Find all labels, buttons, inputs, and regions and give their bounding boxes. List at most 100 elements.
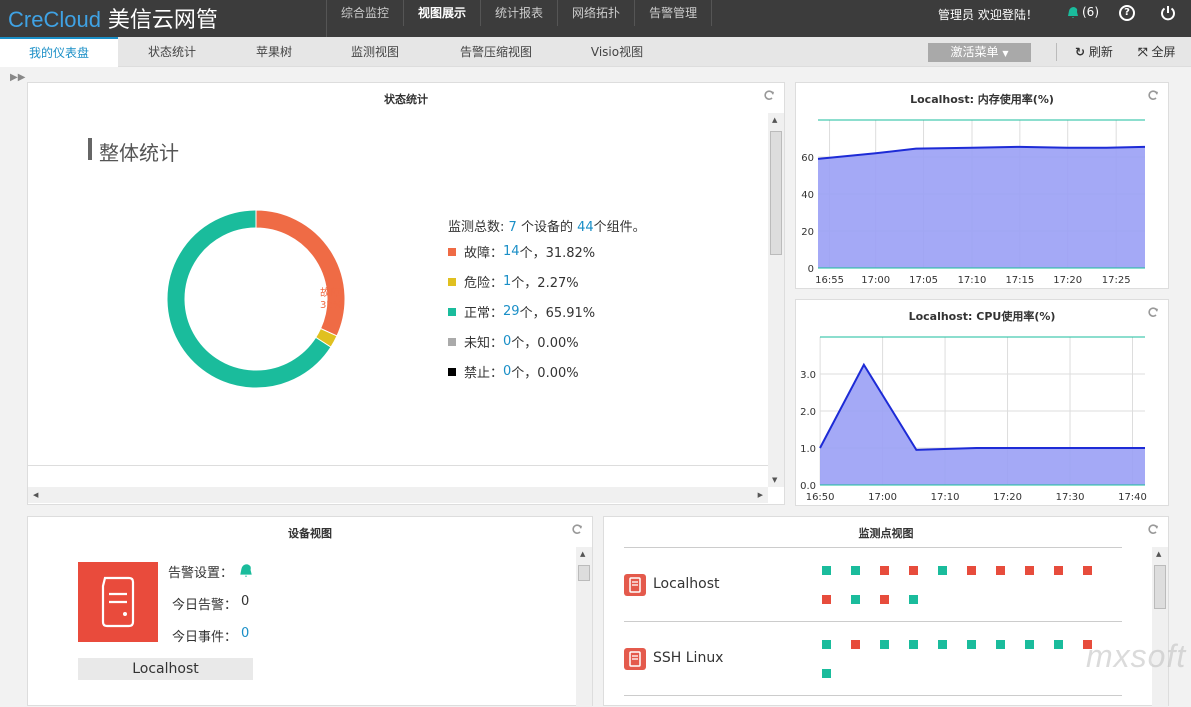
- panel-refresh-icon[interactable]: [571, 523, 583, 535]
- monitor-status-square[interactable]: [967, 640, 976, 649]
- legend-count[interactable]: 0: [503, 364, 511, 379]
- legend-count[interactable]: 0: [503, 334, 511, 349]
- device-name-label[interactable]: Localhost: [78, 658, 253, 680]
- monitor-status-square[interactable]: [851, 595, 860, 604]
- monitor-status-square[interactable]: [880, 566, 889, 575]
- scroll-thumb[interactable]: [1154, 565, 1166, 609]
- danger-color-swatch: [448, 277, 456, 286]
- legend-label: 正常：: [464, 306, 504, 321]
- fault-color-swatch: [448, 247, 456, 256]
- refresh-button[interactable]: ↻ 刷新: [1075, 37, 1113, 67]
- component-count[interactable]: 44: [577, 220, 594, 235]
- tab-alarm-compression-view[interactable]: 告警压缩视图: [428, 37, 564, 67]
- monitor-status-square[interactable]: [1054, 566, 1063, 575]
- scroll-right-icon[interactable]: ▶: [758, 491, 763, 499]
- tab-status-statistics[interactable]: 状态统计: [118, 37, 226, 67]
- scroll-up-icon[interactable]: ▲: [1156, 550, 1161, 558]
- y-tick-label: 0: [808, 264, 814, 275]
- refresh-icon: ↻: [1075, 45, 1086, 59]
- monitor-status-square[interactable]: [822, 595, 831, 604]
- monitor-status-square[interactable]: [880, 595, 889, 604]
- activate-menu-button[interactable]: 激活菜单 ▼: [928, 43, 1031, 62]
- nav-comprehensive-monitoring[interactable]: 综合监控: [327, 0, 405, 26]
- fullscreen-label: 全屏: [1151, 45, 1176, 59]
- status-vertical-scrollbar[interactable]: ▲ ▼: [768, 113, 784, 487]
- tab-visio-view[interactable]: Visio视图: [564, 37, 670, 67]
- monitor-status-square[interactable]: [1025, 566, 1034, 575]
- tab-apple-tree[interactable]: 苹果树: [226, 37, 322, 67]
- monitor-status-square[interactable]: [967, 566, 976, 575]
- panel-title: 设备视图: [288, 527, 332, 540]
- monitor-status-square[interactable]: [851, 640, 860, 649]
- cpu-usage-panel: Localhost: CPU使用率(%) 16:50 17:00 17:10 17:2…: [795, 299, 1169, 506]
- monitor-status-square[interactable]: [909, 640, 918, 649]
- scroll-thumb[interactable]: [578, 565, 590, 581]
- fullscreen-icon: ⤧: [1138, 45, 1148, 59]
- scroll-left-icon[interactable]: ◀: [33, 491, 38, 499]
- disabled-color-swatch: [448, 367, 456, 376]
- monitor-status-square[interactable]: [851, 566, 860, 575]
- monitor-status-square[interactable]: [909, 566, 918, 575]
- device-icon: [624, 648, 646, 670]
- legend-normal: 正常： 29 个，65.91%: [448, 302, 595, 321]
- normal-color-swatch: [448, 307, 456, 316]
- device-icon: [624, 574, 646, 596]
- panel-refresh-icon[interactable]: [763, 89, 775, 101]
- nav-network-topology[interactable]: 网络拓扑: [558, 0, 636, 26]
- x-tick-label: 17:20: [1053, 275, 1082, 286]
- monitor-status-square[interactable]: [996, 640, 1005, 649]
- tab-my-dashboard[interactable]: 我的仪表盘: [0, 37, 118, 67]
- activate-menu-label: 激活菜单: [950, 45, 999, 59]
- monitor-status-square[interactable]: [822, 566, 831, 575]
- unknown-color-swatch: [448, 337, 456, 346]
- alarm-bell-icon[interactable]: [238, 562, 254, 578]
- monitor-device-name[interactable]: Localhost: [653, 576, 720, 592]
- monitor-status-square[interactable]: [822, 669, 831, 678]
- monitor-point-panel: 监测点视图 ▲: [603, 516, 1169, 707]
- fullscreen-button[interactable]: ⤧ 全屏: [1138, 37, 1175, 67]
- server-icon: [101, 576, 135, 628]
- device-scrollbar[interactable]: ▲: [576, 547, 592, 707]
- monitor-status-square[interactable]: [938, 640, 947, 649]
- monitor-status-square[interactable]: [938, 566, 947, 575]
- donut-slice-0[interactable]: [255, 209, 346, 337]
- monitor-status-square[interactable]: [880, 640, 889, 649]
- power-icon[interactable]: [1159, 4, 1177, 22]
- today-alarm-label: 今日告警：: [172, 598, 238, 613]
- help-icon[interactable]: ?: [1119, 5, 1135, 21]
- nav-alarm-management[interactable]: 告警管理: [635, 0, 713, 26]
- x-tick-label: 17:30: [1056, 492, 1085, 503]
- scroll-down-icon[interactable]: ▼: [772, 476, 777, 484]
- alarm-setting-label: 告警设置：: [168, 566, 234, 581]
- monitor-status-square[interactable]: [909, 595, 918, 604]
- device-tile[interactable]: [78, 562, 158, 642]
- device-count[interactable]: 7: [509, 220, 517, 235]
- memory-usage-chart: 16:55 17:00 17:05 17:10 17:15 17:20 17:25 0 20 40…: [801, 119, 1146, 286]
- nav-view-display[interactable]: 视图展示: [404, 0, 482, 26]
- monitor-status-square[interactable]: [1083, 566, 1092, 575]
- brand-logo[interactable]: CreCloud 美信云网管: [8, 2, 218, 34]
- alarm-bell-button[interactable]: (6): [1066, 5, 1099, 19]
- legend-label: 故障：: [464, 246, 504, 261]
- legend-count[interactable]: 14: [503, 244, 520, 259]
- nav-statistics-report[interactable]: 统计报表: [481, 0, 559, 26]
- scroll-up-icon[interactable]: ▲: [772, 116, 777, 124]
- monitor-status-square[interactable]: [996, 566, 1005, 575]
- legend-count[interactable]: 29: [503, 304, 520, 319]
- tab-monitoring-view[interactable]: 监测视图: [322, 37, 428, 67]
- y-tick-label: 3.0: [800, 370, 816, 381]
- today-alarm-value[interactable]: 0: [241, 594, 249, 609]
- expand-sidebar-icon[interactable]: ▶▶: [10, 72, 25, 83]
- monitor-status-square[interactable]: [1054, 640, 1063, 649]
- scroll-up-icon[interactable]: ▲: [580, 550, 585, 558]
- panel-refresh-icon[interactable]: [1147, 523, 1159, 535]
- legend-count[interactable]: 1: [503, 274, 511, 289]
- scroll-thumb[interactable]: [770, 131, 782, 255]
- status-horizontal-scrollbar[interactable]: ◀ ▶: [28, 487, 768, 503]
- monitor-device-name[interactable]: SSH Linux: [653, 650, 723, 666]
- today-event-value[interactable]: 0: [241, 626, 249, 641]
- monitor-status-square[interactable]: [1025, 640, 1034, 649]
- monitor-status-square[interactable]: [822, 640, 831, 649]
- monitor-scrollbar[interactable]: ▲: [1152, 547, 1168, 707]
- area-fill: [820, 364, 1145, 485]
